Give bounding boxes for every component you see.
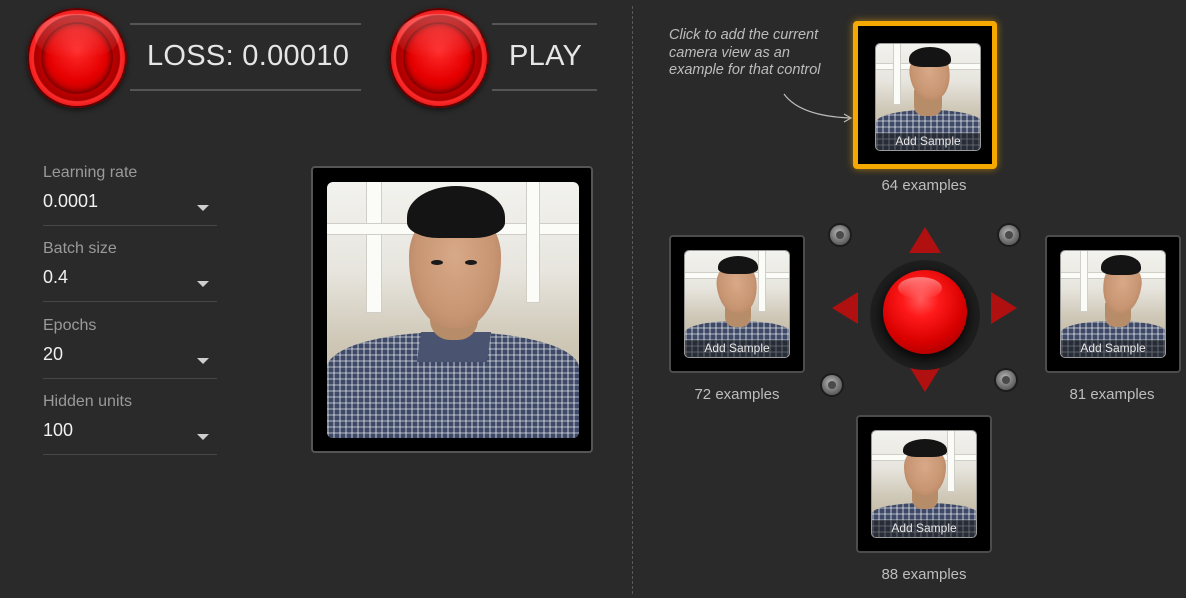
epochs-value: 20: [43, 344, 64, 364]
sample-thumbnail-up: Add Sample: [875, 43, 981, 151]
play-button[interactable]: [389, 8, 489, 108]
hint-text: Click to add the current camera view as …: [669, 27, 821, 78]
sample-thumbnail-down: Add Sample: [871, 430, 977, 538]
hidden-units-label: Hidden units: [43, 393, 132, 410]
play-bottom-rule: [492, 89, 597, 91]
add-sample-button-down[interactable]: Add Sample: [872, 520, 976, 537]
sample-card-right[interactable]: Add Sample: [1045, 235, 1181, 373]
webcam-image: [327, 182, 579, 438]
hidden-units-value: 100: [43, 420, 74, 440]
add-sample-button-up[interactable]: Add Sample: [876, 133, 980, 150]
hidden-units-select[interactable]: Hidden units 100: [43, 393, 217, 455]
batch-size-value: 0.4: [43, 267, 69, 287]
sample-card-down[interactable]: Add Sample: [856, 415, 992, 553]
train-button[interactable]: [27, 8, 127, 108]
batch-size-label: Batch size: [43, 240, 117, 257]
webcam-preview: [311, 166, 593, 453]
hidden-units-underline: [43, 454, 217, 455]
add-sample-button-right[interactable]: Add Sample: [1061, 340, 1165, 357]
chevron-down-icon: [197, 205, 209, 211]
learning-rate-label: Learning rate: [43, 164, 138, 181]
epochs-select[interactable]: Epochs 20: [43, 317, 217, 379]
sample-count-up: 64 examples: [881, 177, 967, 194]
screw-icon: [822, 375, 842, 395]
screw-icon: [996, 370, 1016, 390]
chevron-down-icon: [197, 281, 209, 287]
screw-icon: [830, 225, 850, 245]
loss-label: LOSS: 0.00010: [147, 40, 350, 72]
play-top-rule: [492, 23, 597, 25]
chevron-down-icon: [197, 358, 209, 364]
sample-thumbnail-left: Add Sample: [684, 250, 790, 358]
hint-arrow: [783, 93, 853, 123]
loss-bottom-rule: [130, 89, 361, 91]
arrow-left-icon[interactable]: [832, 292, 858, 324]
sample-thumbnail-right: Add Sample: [1060, 250, 1166, 358]
sample-card-left[interactable]: Add Sample: [669, 235, 805, 373]
screw-icon: [999, 225, 1019, 245]
epochs-label: Epochs: [43, 317, 97, 334]
sample-count-down: 88 examples: [881, 566, 967, 583]
arrow-up-icon[interactable]: [909, 227, 941, 253]
loss-top-rule: [130, 23, 361, 25]
learning-rate-underline: [43, 225, 217, 226]
play-label: PLAY: [509, 40, 583, 72]
sample-card-up[interactable]: Add Sample: [853, 21, 997, 169]
arrow-right-icon[interactable]: [991, 292, 1017, 324]
learning-rate-value: 0.0001: [43, 191, 99, 211]
epochs-underline: [43, 378, 217, 379]
chevron-down-icon: [197, 434, 209, 440]
batch-size-select[interactable]: Batch size 0.4: [43, 240, 217, 302]
sample-count-left: 72 examples: [694, 386, 780, 403]
add-sample-button-left[interactable]: Add Sample: [685, 340, 789, 357]
controller-center-button[interactable]: [870, 260, 980, 370]
sample-count-right: 81 examples: [1069, 386, 1155, 403]
panel-divider: [632, 6, 633, 594]
batch-size-underline: [43, 301, 217, 302]
learning-rate-select[interactable]: Learning rate 0.0001: [43, 164, 217, 226]
